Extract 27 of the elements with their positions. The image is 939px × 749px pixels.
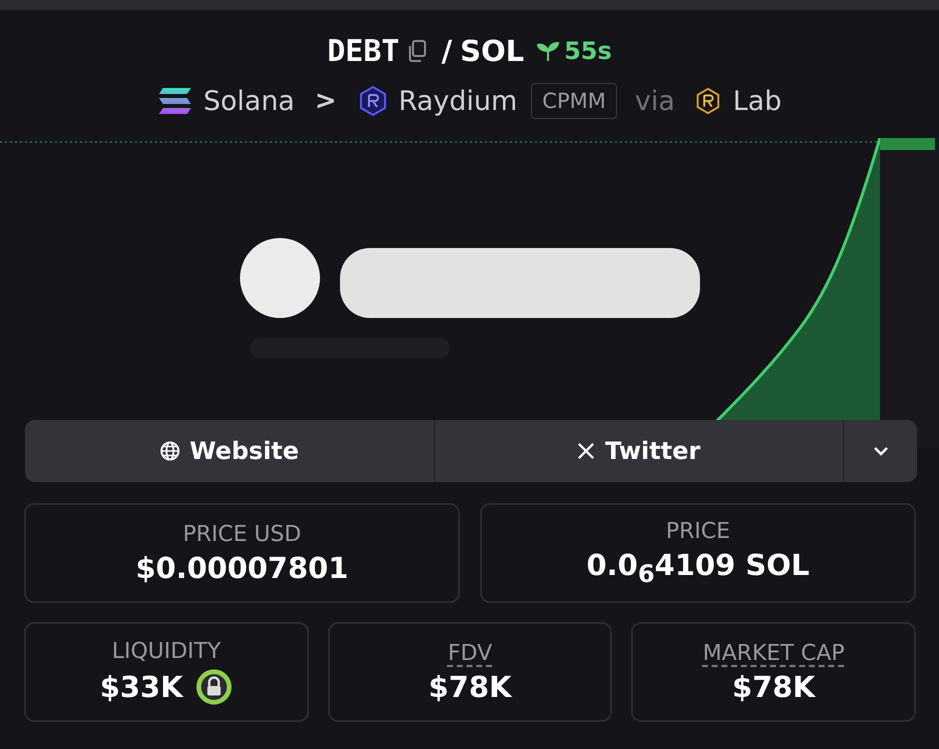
- stat-value: $78K: [732, 670, 816, 704]
- stat-value: 0.0$_{6}$4109 SOL: [586, 548, 810, 588]
- pair-age: 55s: [564, 37, 612, 65]
- token-symbol: DEBT: [327, 34, 400, 68]
- breadcrumb-separator: >: [314, 86, 337, 116]
- sprout-icon: [536, 39, 560, 63]
- launchpad-link[interactable]: Lab: [732, 86, 782, 116]
- website-button[interactable]: Website: [25, 420, 434, 482]
- via-label: via: [634, 86, 675, 116]
- stat-label: LIQUIDITY: [112, 638, 221, 664]
- globe-icon: [160, 441, 180, 461]
- stat-label: FDV: [448, 640, 492, 666]
- pair-quote: SOL: [460, 34, 524, 68]
- lock-icon: [194, 668, 233, 706]
- pool-type-tag: CPMM: [531, 83, 617, 119]
- dex-link[interactable]: Raydium: [398, 86, 518, 116]
- stat-label: PRICE USD: [182, 522, 302, 546]
- stat-label: MARKET CAP: [702, 640, 845, 666]
- solana-logo-icon: [157, 86, 194, 116]
- x-logo-icon: [577, 442, 596, 460]
- copy-icon[interactable]: [407, 39, 428, 63]
- chain-link[interactable]: Solana: [203, 86, 295, 116]
- stat-value: $0.00007801: [136, 550, 348, 584]
- stat-label: PRICE: [666, 518, 730, 544]
- pair-separator: /: [441, 34, 452, 68]
- stat-value: $33K: [100, 670, 183, 704]
- stat-value: $78K: [428, 670, 512, 704]
